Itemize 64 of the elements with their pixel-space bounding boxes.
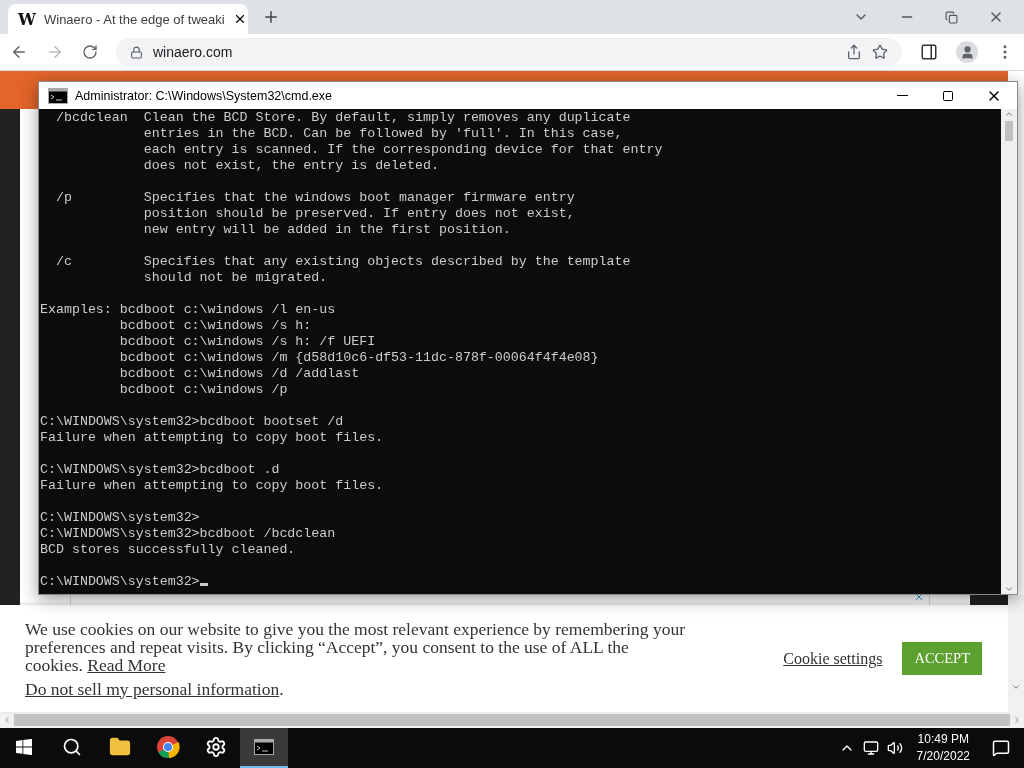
browser-tab[interactable]: W Winaero - At the edge of tweaki bbox=[8, 4, 248, 34]
scroll-down-icon[interactable] bbox=[1011, 682, 1021, 692]
cookie-settings-link[interactable]: Cookie settings bbox=[783, 649, 883, 668]
restore-icon[interactable] bbox=[945, 10, 958, 24]
back-icon[interactable] bbox=[10, 43, 28, 61]
minimize-icon bbox=[896, 95, 908, 96]
console-line: does not exist, the entry is deleted. bbox=[142, 158, 439, 174]
console-line: /c Specifies that any existing objects described by the template bbox=[54, 254, 631, 270]
site-favicon: W bbox=[18, 9, 36, 29]
console-line: Examples: bcdboot c:\windows /l en-us bbox=[40, 302, 336, 318]
maximize-icon bbox=[942, 89, 954, 102]
network-icon[interactable] bbox=[862, 740, 879, 756]
console-icon bbox=[254, 739, 274, 755]
side-panel-icon[interactable] bbox=[920, 43, 938, 61]
taskbar-button[interactable] bbox=[240, 728, 288, 768]
console-line: new entry will be added in the first position. bbox=[142, 222, 511, 238]
notifications-icon[interactable] bbox=[992, 739, 1010, 757]
address-bar[interactable]: winaero.com bbox=[116, 38, 902, 66]
console-line: entries in the BCD. Can be followed by 'full'. In this case, bbox=[142, 126, 623, 142]
horizontal-scrollbar[interactable] bbox=[0, 712, 1024, 728]
lock-icon bbox=[130, 45, 143, 59]
console-line: Failure when attempting to copy boot files. bbox=[40, 430, 384, 446]
do-not-sell-text: Do not sell my personal information. bbox=[25, 679, 285, 698]
browser-logo-icon bbox=[156, 735, 180, 759]
scroll-up-icon[interactable] bbox=[1004, 109, 1014, 119]
scroll-thumb[interactable] bbox=[14, 714, 1010, 726]
volume-icon[interactable] bbox=[886, 740, 903, 756]
new-tab-icon[interactable] bbox=[262, 8, 280, 26]
bookmark-star-icon[interactable] bbox=[872, 44, 888, 60]
console-line: bcdboot c:\windows /s h: /f UEFI bbox=[118, 334, 376, 350]
console-line: bcdboot c:\windows /p bbox=[118, 382, 288, 398]
console-line: BCD stores successfully cleaned. bbox=[40, 542, 296, 558]
console-line: C:\WINDOWS\system32>bcdboot /bcdclean bbox=[40, 526, 336, 542]
reload-icon[interactable] bbox=[82, 44, 98, 60]
console-line: should not be migrated. bbox=[142, 270, 328, 286]
console-line: C:\WINDOWS\system32> bbox=[40, 510, 200, 526]
console-line: position should be preserved. If entry does not exist, bbox=[142, 206, 575, 222]
windows-logo-icon bbox=[16, 739, 32, 755]
page-scrollbar[interactable] bbox=[1008, 595, 1024, 712]
do-not-sell-link[interactable]: Do not sell my personal information bbox=[25, 678, 280, 699]
console-line: C:\WINDOWS\system32>bcdboot .d bbox=[40, 462, 280, 478]
console-line: bcdboot c:\windows /m {d58d10c6-df53-11dc-878f-00064f4f4e08} bbox=[118, 350, 599, 366]
cookie-notice-text: We use cookies on our website to give you the most relevant experience by remembering your preferences and repeat visits. By clicking “Accept”, you consent to the use of ALL the cookies. Read More bbox=[25, 619, 685, 674]
profile-icon[interactable] bbox=[956, 41, 978, 63]
console-line: bcdboot c:\windows /s h: bbox=[118, 318, 312, 334]
folder-icon bbox=[109, 736, 131, 758]
taskbar-clock[interactable]: 10:49 PM 7/20/2022 bbox=[916, 731, 970, 765]
console-line: each entry is scanned. If the corresponding device for that entry bbox=[142, 142, 663, 158]
text-cursor bbox=[199, 583, 208, 586]
console-window-icon bbox=[48, 87, 68, 104]
settings-icon bbox=[205, 736, 227, 758]
console-line: C:\WINDOWS\system32>bcdboot bootset /d bbox=[40, 414, 344, 430]
share-icon[interactable] bbox=[846, 44, 862, 60]
console-line: C:\WINDOWS\system32> bbox=[40, 574, 208, 590]
scroll-thumb[interactable] bbox=[1005, 121, 1013, 141]
console-scrollbar[interactable] bbox=[1001, 109, 1017, 594]
console-line: Failure when attempting to copy boot files. bbox=[40, 478, 384, 494]
tab-title: Winaero - At the edge of tweaki bbox=[43, 11, 225, 27]
console-line: bcdboot c:\windows /d /addlast bbox=[118, 366, 360, 382]
console-line: /p Specifies that the windows boot manager firmware entry bbox=[54, 190, 575, 206]
scroll-down-icon[interactable] bbox=[1004, 584, 1014, 594]
search-icon bbox=[62, 737, 82, 757]
console-line: /bcdclean Clean the BCD Store. By default, simply removes any duplicate bbox=[54, 110, 631, 126]
window-title: Administrator: C:\Windows\System32\cmd.exe bbox=[75, 88, 333, 103]
